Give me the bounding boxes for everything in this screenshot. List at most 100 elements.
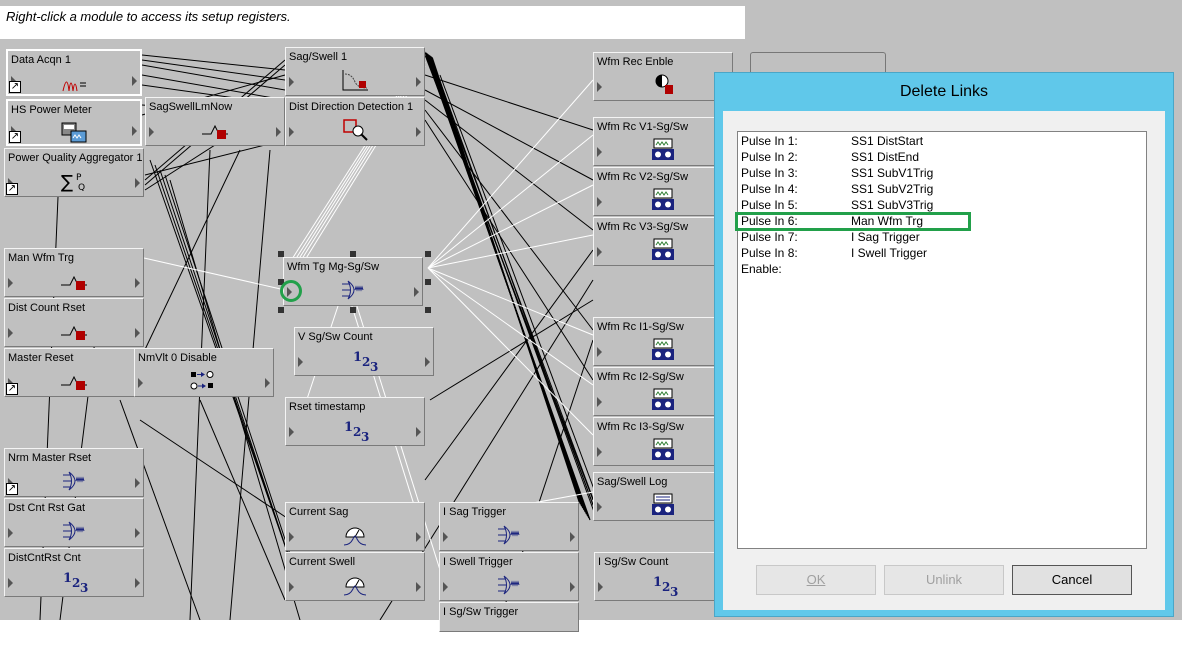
- module-wfm-rc-i3[interactable]: Wfm Rc I3-Sg/Sw: [593, 417, 733, 466]
- output-port-arrow-icon[interactable]: [135, 578, 140, 588]
- module-man-wfm-trg[interactable]: Man Wfm Trg: [4, 248, 144, 297]
- module-current-sag[interactable]: Current Sag: [285, 502, 425, 551]
- input-port-arrow-icon[interactable]: [443, 532, 448, 542]
- output-port-arrow-icon[interactable]: [414, 287, 419, 297]
- module-sag-swell-1[interactable]: Sag/Swell 1: [285, 47, 425, 96]
- module-current-swell[interactable]: Current Swell: [285, 552, 425, 601]
- half-circle-red-icon: [648, 73, 678, 97]
- input-port-arrow-icon[interactable]: [597, 82, 602, 92]
- unlink-button[interactable]: Unlink: [884, 565, 1004, 595]
- selection-handle[interactable]: [350, 307, 356, 313]
- output-port-arrow-icon[interactable]: [416, 427, 421, 437]
- module-dst-cnt-rst-gat[interactable]: Dst Cnt Rst Gat: [4, 498, 144, 547]
- output-port-arrow-icon[interactable]: [135, 278, 140, 288]
- output-port-arrow-icon[interactable]: [132, 76, 137, 86]
- module-power-quality-aggregator-1[interactable]: Power Quality Aggregator 1 ∑ P Q ↗: [4, 148, 144, 197]
- output-port-arrow-icon[interactable]: [570, 582, 575, 592]
- module-distcntrst-cnt[interactable]: DistCntRst Cnt 1 2 3: [4, 548, 144, 597]
- output-port-arrow-icon[interactable]: [416, 77, 421, 87]
- input-port-arrow-icon[interactable]: [597, 247, 602, 257]
- input-port-arrow-icon[interactable]: [598, 582, 603, 592]
- link-list-item[interactable]: Pulse In 2: SS1 DistEnd: [741, 150, 1146, 166]
- link-list-item[interactable]: Pulse In 4: SS1 SubV2Trig: [741, 182, 1146, 198]
- module-label: HS Power Meter: [11, 104, 92, 116]
- output-port-arrow-icon[interactable]: [416, 582, 421, 592]
- module-v-sg-sw-count[interactable]: V Sg/Sw Count 1 2 3: [294, 327, 434, 376]
- input-port-arrow-icon[interactable]: [8, 328, 13, 338]
- input-port-arrow-icon[interactable]: [289, 582, 294, 592]
- module-wfm-rc-i2[interactable]: Wfm Rc I2-Sg/Sw: [593, 367, 733, 416]
- output-port-arrow-icon[interactable]: [276, 127, 281, 137]
- module-i-sag-trigger[interactable]: I Sag Trigger: [439, 502, 579, 551]
- output-port-arrow-icon[interactable]: [425, 357, 430, 367]
- module-label: I Swell Trigger: [443, 556, 513, 568]
- link-list-item[interactable]: Pulse In 1: SS1 DistStart: [741, 134, 1146, 150]
- selection-handle[interactable]: [425, 307, 431, 313]
- input-port-arrow-icon[interactable]: [597, 347, 602, 357]
- cancel-button[interactable]: Cancel: [1012, 565, 1132, 595]
- module-nmvlt-0-disable[interactable]: NmVlt 0 Disable: [134, 348, 274, 397]
- output-port-arrow-icon[interactable]: [135, 178, 140, 188]
- module-wfm-rec-enble[interactable]: Wfm Rec Enble: [593, 52, 733, 101]
- selection-handle[interactable]: [350, 251, 356, 257]
- input-port-arrow-icon[interactable]: [289, 427, 294, 437]
- selection-handle[interactable]: [278, 251, 284, 257]
- module-wfm-tg-mg[interactable]: Wfm Tg Mg-Sg/Sw: [283, 257, 423, 306]
- output-port-arrow-icon[interactable]: [416, 532, 421, 542]
- module-sag-swell-log[interactable]: Sag/Swell Log: [593, 472, 733, 521]
- selection-handle[interactable]: [278, 307, 284, 313]
- module-i-sg-sw-count[interactable]: I Sg/Sw Count 1 2 3: [594, 552, 734, 601]
- module-wfm-rc-v2[interactable]: Wfm Rc V2-Sg/Sw: [593, 167, 733, 216]
- module-wfm-rc-i1[interactable]: Wfm Rc I1-Sg/Sw: [593, 317, 733, 366]
- module-dist-count-rset[interactable]: Dist Count Rset: [4, 298, 144, 347]
- module-rset-timestamp[interactable]: Rset timestamp 1 2 3: [285, 397, 425, 446]
- input-port-arrow-icon[interactable]: [597, 397, 602, 407]
- link-list-item[interactable]: Pulse In 8: I Swell Trigger: [741, 246, 1146, 262]
- module-nrm-master-rset[interactable]: Nrm Master Rset ↗: [4, 448, 144, 497]
- input-port-arrow-icon[interactable]: [597, 197, 602, 207]
- output-port-arrow-icon[interactable]: [135, 528, 140, 538]
- output-port-arrow-icon[interactable]: [570, 532, 575, 542]
- module-i-swell-trigger[interactable]: I Swell Trigger: [439, 552, 579, 601]
- input-port-arrow-icon[interactable]: [597, 147, 602, 157]
- input-port-arrow-icon[interactable]: [597, 447, 602, 457]
- output-port-arrow-icon[interactable]: [265, 378, 270, 388]
- output-port-arrow-icon[interactable]: [135, 328, 140, 338]
- dialog-title: Delete Links: [899, 83, 989, 100]
- input-port-arrow-icon[interactable]: [138, 378, 143, 388]
- module-hs-power-meter[interactable]: HS Power Meter ↗: [6, 99, 142, 146]
- input-port-arrow-icon[interactable]: [597, 502, 602, 512]
- svg-text:P: P: [76, 173, 82, 183]
- module-wfm-rc-v3[interactable]: Wfm Rc V3-Sg/Sw: [593, 217, 733, 266]
- selection-handle[interactable]: [425, 279, 431, 285]
- ok-button[interactable]: OK: [756, 565, 876, 595]
- module-i-sg-sw-trigger[interactable]: I Sg/Sw Trigger: [439, 602, 579, 632]
- output-port-arrow-icon[interactable]: [416, 127, 421, 137]
- input-port-arrow-icon[interactable]: [8, 578, 13, 588]
- selection-handle[interactable]: [425, 251, 431, 257]
- input-port-arrow-icon[interactable]: [443, 582, 448, 592]
- input-port-arrow-icon[interactable]: [289, 77, 294, 87]
- input-port-arrow-icon[interactable]: [8, 278, 13, 288]
- module-master-reset[interactable]: Master Reset ↗: [4, 348, 144, 397]
- module-sagswelllmnow[interactable]: SagSwellLmNow: [145, 97, 285, 146]
- module-wfm-rc-v1[interactable]: Wfm Rc V1-Sg/Sw: [593, 117, 733, 166]
- module-label: Wfm Rc V2-Sg/Sw: [597, 171, 689, 183]
- module-dist-direction-detection-1[interactable]: Dist Direction Detection 1: [285, 97, 425, 146]
- input-port-arrow-icon[interactable]: [289, 127, 294, 137]
- link-source-name: SS1 DistEnd: [851, 150, 920, 164]
- input-port-arrow-icon[interactable]: [8, 528, 13, 538]
- link-input-name: Pulse In 1:: [741, 134, 798, 148]
- module-data-acqn-1[interactable]: Data Acqn 1 ↗: [6, 49, 142, 96]
- links-list[interactable]: Pulse In 1: SS1 DistStart Pulse In 2: SS1 D…: [735, 131, 1147, 549]
- input-port-arrow-icon[interactable]: [298, 357, 303, 367]
- link-wire: [143, 257, 286, 291]
- input-port-arrow-icon[interactable]: [149, 127, 154, 137]
- link-list-item[interactable]: Enable:: [741, 262, 1146, 278]
- link-list-item[interactable]: Pulse In 3: SS1 SubV1Trig: [741, 166, 1146, 182]
- logic-gate-icon: [189, 369, 219, 393]
- input-port-arrow-icon[interactable]: [289, 532, 294, 542]
- output-port-arrow-icon[interactable]: [132, 126, 137, 136]
- output-port-arrow-icon[interactable]: [135, 478, 140, 488]
- link-list-item[interactable]: Pulse In 7: I Sag Trigger: [741, 230, 1146, 246]
